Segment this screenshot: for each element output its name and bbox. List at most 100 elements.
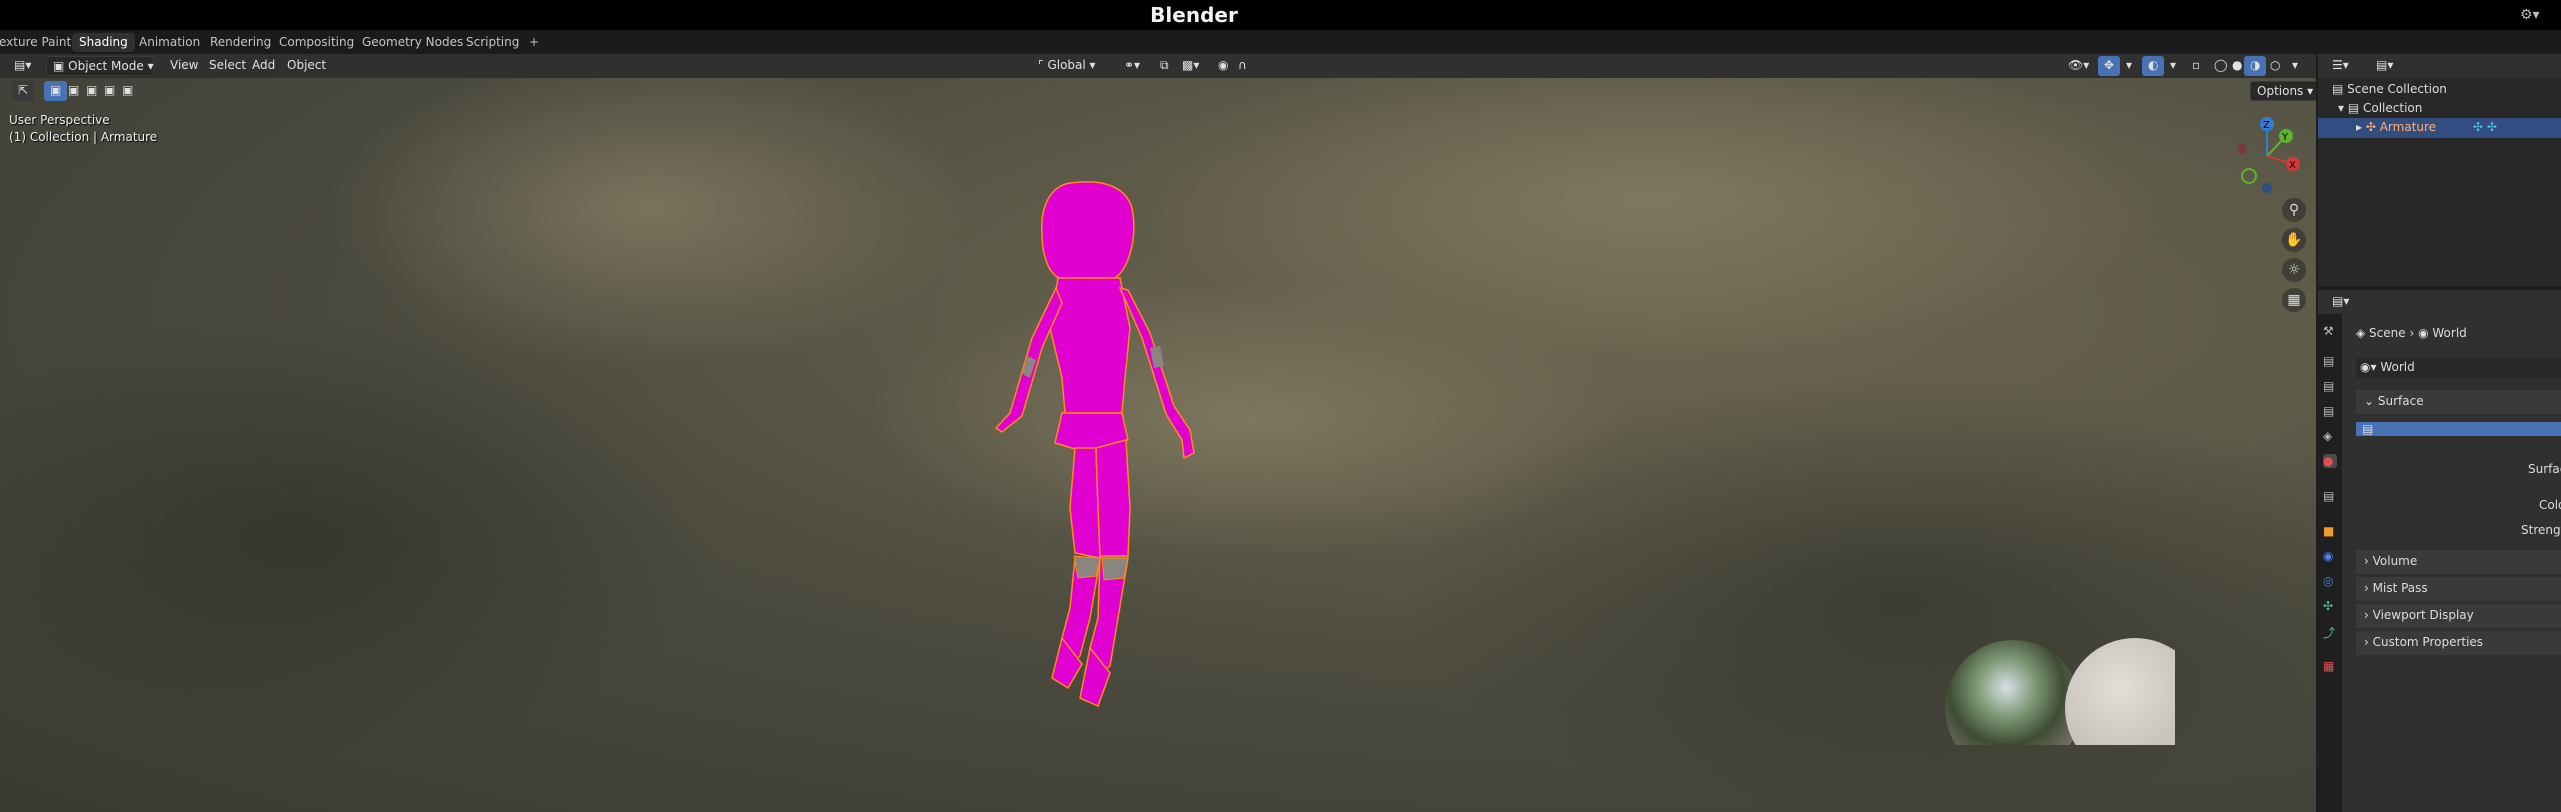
chevron-right-icon: ›	[2409, 326, 2419, 340]
chevron-down-icon[interactable]: ▾	[2286, 56, 2304, 76]
options-label: Options	[2257, 84, 2304, 98]
chevron-down-icon: ▾	[2303, 84, 2314, 98]
menu-add[interactable]: Add	[246, 56, 281, 76]
menu-select[interactable]: Select	[203, 56, 252, 76]
viewport-display-panel-header[interactable]: › Viewport Display	[2356, 604, 2561, 628]
panel-label: Custom Properties	[2372, 635, 2484, 649]
render-tab-icon[interactable]: ▤	[2323, 354, 2337, 368]
visibility-icon[interactable]: 👁▾	[2062, 56, 2095, 76]
tool-tab-icon[interactable]: ⚒	[2323, 324, 2337, 338]
title-bar: Blender ⚙▾	[0, 0, 2561, 30]
menu-object[interactable]: Object	[281, 56, 332, 76]
world-selector[interactable]: ◉▾ World	[2356, 358, 2561, 378]
constraint-tab-icon[interactable]: ✣	[2323, 599, 2337, 613]
chevron-down-icon: ▾	[1085, 58, 1096, 72]
gizmo-toggle-icon[interactable]: ✥	[2098, 56, 2121, 76]
outliner: ☰▾ ▤▾ ▤ Scene Collection ▾ ▤ Collection …	[2318, 54, 2561, 286]
options-dropdown[interactable]: Options ▾	[2250, 81, 2316, 101]
panel-label: Mist Pass	[2372, 581, 2428, 595]
navigation-gizmo[interactable]: Z Y X	[2230, 116, 2310, 196]
3d-viewport[interactable]: ⇱ ▣ ▣ ▣ ▣ ▣ Options ▾ User Perspective (…	[0, 78, 2316, 812]
panel-label: Surface	[2377, 394, 2424, 408]
snap-icon[interactable]: ⧉	[1154, 56, 1175, 76]
mode-label: Object Mode	[68, 59, 144, 73]
chevron-down-icon[interactable]: ▾	[2164, 56, 2182, 76]
world-tab-icon[interactable]: ●	[2323, 454, 2337, 468]
node-selector[interactable]: ▤	[2356, 422, 2561, 436]
outliner-item-label: Collection	[2363, 101, 2423, 115]
transform-orientation-dropdown[interactable]: ⌜ Global ▾	[1032, 56, 1102, 76]
menu-view[interactable]: View	[164, 56, 204, 76]
viewport-header: ▤▾ ▣ Object Mode ▾ View Select Add Objec…	[0, 54, 2316, 78]
world-icon: ◉▾	[2360, 360, 2381, 374]
editor-type-icon[interactable]: ▤▾	[8, 56, 37, 76]
zoom-icon[interactable]: ⚲	[2282, 198, 2306, 222]
color-label: Colo	[2539, 498, 2561, 512]
material-preview-sphere	[2065, 638, 2175, 745]
custom-properties-panel-header[interactable]: › Custom Properties	[2356, 631, 2561, 655]
mode-dropdown[interactable]: ▣ Object Mode ▾	[46, 56, 154, 76]
panel-label: Viewport Display	[2372, 608, 2474, 622]
chevron-down-icon[interactable]: ▾	[2120, 56, 2138, 76]
view-layer-tab-icon[interactable]: ▤	[2323, 404, 2337, 418]
outliner-armature[interactable]: ▸ ✣ Armature ✣ ✣	[2318, 118, 2561, 138]
output-tab-icon[interactable]: ▤	[2323, 379, 2337, 393]
volume-panel-header[interactable]: › Volume	[2356, 550, 2561, 574]
chevron-right-icon: ›	[2364, 635, 2373, 649]
scene-selector-icon[interactable]: ⚙▾	[2520, 7, 2540, 23]
tab-scripting[interactable]: Scripting	[459, 33, 526, 52]
properties-header: ▤▾	[2318, 290, 2561, 314]
tab-animation[interactable]: Animation	[132, 33, 207, 52]
perspective-toggle-icon[interactable]: ▦	[2282, 288, 2306, 312]
chevron-right-icon: ›	[2364, 554, 2373, 568]
tab-shading[interactable]: Shading	[72, 33, 135, 52]
window-title: Blender	[1150, 3, 1238, 27]
armature-character[interactable]	[970, 178, 1270, 778]
modifier-tab-icon[interactable]: ◉	[2323, 549, 2337, 563]
select-intersect-icon[interactable]: ▣	[116, 81, 139, 101]
collection-tab-icon[interactable]: ▤	[2323, 489, 2337, 503]
strength-label: Strength	[2521, 523, 2561, 537]
camera-view-icon[interactable]: ☼	[2282, 258, 2306, 282]
breadcrumb-world: World	[2432, 326, 2467, 340]
chevron-down-icon: ⌄	[2364, 394, 2378, 408]
world-field: World	[2380, 360, 2415, 374]
add-workspace-button[interactable]: +	[522, 33, 546, 52]
tab-geometry-nodes[interactable]: Geometry Nodes	[355, 33, 470, 52]
outliner-scene-collection[interactable]: ▤ Scene Collection	[2332, 82, 2447, 96]
xray-icon[interactable]: ▫	[2186, 56, 2206, 76]
properties-editor: ▤▾ ⚒ ▤ ▤ ▤ ◈ ● ▤ ■ ◉ ◎ ✣ ⤴ ▦ ◈ Scene › ◉…	[2318, 290, 2561, 812]
outliner-collection[interactable]: ▾ ▤ Collection	[2338, 101, 2422, 115]
data-tab-icon[interactable]: ⤴	[2323, 624, 2337, 640]
display-mode-icon[interactable]: ▤▾	[2370, 56, 2399, 76]
select-tool-icon[interactable]: ⇱	[12, 81, 35, 101]
properties-tabs: ⚒ ▤ ▤ ▤ ◈ ● ▤ ■ ◉ ◎ ✣ ⤴ ▦	[2318, 314, 2342, 812]
disclosure-icon: ▾	[2338, 101, 2348, 115]
chevron-down-icon: ▾	[143, 59, 154, 73]
world-icon: ◉	[2418, 326, 2433, 340]
tab-compositing[interactable]: Compositing	[272, 33, 361, 52]
viewport-tool-row: ⇱ ▣ ▣ ▣ ▣ ▣ Options ▾	[0, 78, 2316, 104]
tab-texture-paint[interactable]: exture Paint	[0, 33, 78, 52]
outliner-editor-icon[interactable]: ☰▾	[2326, 56, 2355, 76]
rendered-shading-icon[interactable]: ○	[2264, 56, 2286, 76]
object-tab-icon[interactable]: ■	[2323, 524, 2337, 538]
tab-rendering[interactable]: Rendering	[203, 33, 278, 52]
workspace-tabs: exture Paint Shading Animation Rendering…	[0, 30, 2561, 54]
overlay-toggle-icon[interactable]: ◐	[2142, 56, 2165, 76]
physics-tab-icon[interactable]: ◎	[2323, 574, 2337, 588]
pan-hand-icon[interactable]: ✋	[2282, 228, 2306, 252]
falloff-icon[interactable]: ∩	[1232, 56, 1253, 76]
chevron-right-icon: ›	[2364, 608, 2373, 622]
armature-icon: ✣	[2365, 120, 2380, 134]
object-mode-icon: ▣	[53, 59, 69, 73]
snap-target-icon[interactable]: ▩▾	[1176, 56, 1205, 76]
pose-icon: ✣ ✣	[2473, 120, 2497, 134]
pivot-icon[interactable]: ⚭▾	[1118, 56, 1146, 76]
properties-editor-icon[interactable]: ▤▾	[2326, 292, 2355, 312]
surface-panel-header[interactable]: ⌄ Surface	[2356, 390, 2561, 414]
texture-tab-icon[interactable]: ▦	[2323, 659, 2337, 673]
scene-tab-icon[interactable]: ◈	[2323, 429, 2337, 443]
panel-label: Volume	[2372, 554, 2418, 568]
mist-pass-panel-header[interactable]: › Mist Pass	[2356, 577, 2561, 601]
